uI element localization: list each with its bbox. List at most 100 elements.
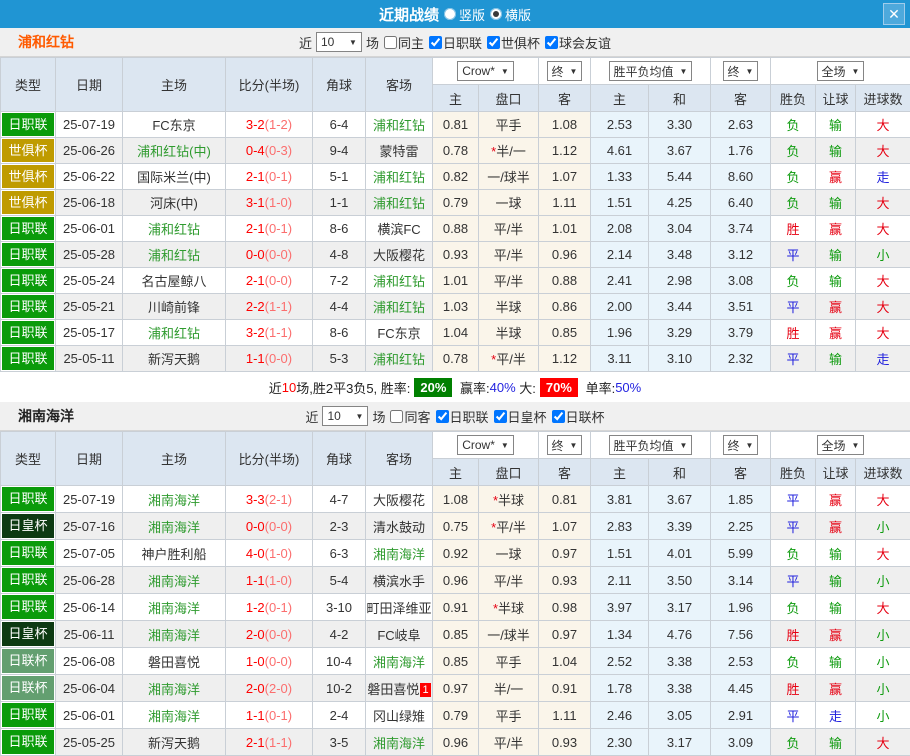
layout-radio[interactable]: 横版: [490, 5, 531, 24]
scope-select[interactable]: 全场▼: [817, 435, 865, 455]
result-wdl: 胜: [771, 216, 816, 242]
filter-checkbox[interactable]: 同主: [384, 33, 424, 52]
col-header-result-wdl: 胜负: [771, 85, 816, 112]
odds-home: 0.92: [433, 540, 479, 567]
filter-checkbox[interactable]: 世俱杯: [487, 33, 540, 52]
odds-home: 0.78: [433, 346, 479, 372]
corners: 8-6: [313, 320, 366, 346]
checkbox-input[interactable]: [429, 36, 442, 49]
team-section-1: 浦和红钻 近 10▼ 场 同主日职联世俱杯球会友谊 类型 日期 主场 比分(半场…: [0, 28, 910, 402]
checkbox-input[interactable]: [552, 410, 565, 423]
filter-checkbox[interactable]: 日皇杯: [494, 407, 547, 426]
match-row: 日职联25-07-05神户胜利船4-0(1-0)6-3湘南海洋0.92一球0.9…: [1, 540, 910, 567]
checkbox-input[interactable]: [494, 410, 507, 423]
scope-select[interactable]: 全场▼: [817, 61, 865, 81]
competition-badge: 日职联: [1, 540, 56, 567]
result-goals: 走: [856, 346, 910, 372]
near-label: 近: [299, 33, 312, 52]
summary-segment: 20%: [414, 378, 452, 397]
result-goals: 小: [856, 675, 910, 702]
checkbox-input[interactable]: [545, 36, 558, 49]
avg-source-select[interactable]: 胜平负均值▼: [609, 61, 693, 81]
match-score: 1-1(0-1): [226, 702, 313, 729]
chevron-down-icon: ▼: [570, 67, 578, 76]
match-score: 1-1(1-0): [226, 567, 313, 594]
match-row: 日职联25-05-17浦和红钻3-2(1-1)8-6FC东京1.04半球0.85…: [1, 320, 910, 346]
layout-radio[interactable]: 竖版: [444, 5, 485, 24]
result-wdl: 负: [771, 268, 816, 294]
home-team: 新泻天鹅: [123, 346, 226, 372]
odds-source-select[interactable]: Crow*▼: [457, 61, 514, 81]
odds-handicap: 一/球半: [479, 164, 539, 190]
filter-checkbox[interactable]: 日职联: [436, 407, 489, 426]
result-handicap: 输: [816, 594, 856, 621]
col-header-away: 客场: [366, 58, 433, 112]
match-date: 25-07-16: [56, 513, 123, 540]
avg-draw: 3.67: [649, 486, 711, 513]
corners: 3-10: [313, 594, 366, 621]
match-score: 0-0(0-0): [226, 513, 313, 540]
away-team: 冈山绿雉: [366, 702, 433, 729]
match-count-select[interactable]: 10▼: [322, 406, 368, 426]
checkbox-input[interactable]: [487, 36, 500, 49]
competition-badge: 日联杯: [1, 675, 56, 702]
avg-away: 3.79: [711, 320, 771, 346]
match-date: 25-07-19: [56, 486, 123, 513]
select-value: 终: [728, 437, 740, 454]
odds-home: 0.96: [433, 567, 479, 594]
team-section-2: 湘南海洋 近 10▼ 场 同客日职联日皇杯日联杯 类型 日期 主场 比分(半场)…: [0, 402, 910, 756]
corners: 5-3: [313, 346, 366, 372]
competition-badge: 日联杯: [1, 648, 56, 675]
avg-home: 1.78: [591, 675, 649, 702]
filter-checkbox[interactable]: 同客: [390, 407, 430, 426]
match-date: 25-05-17: [56, 320, 123, 346]
col-header-score: 比分(半场): [226, 58, 313, 112]
odds-final-select[interactable]: 终▼: [547, 61, 583, 81]
match-row: 日职联25-07-19湘南海洋3-3(2-1)4-7大阪樱花1.08*半球0.8…: [1, 486, 910, 513]
chevron-down-icon: ▼: [349, 38, 357, 47]
odds-source-select[interactable]: Crow*▼: [457, 435, 514, 455]
avg-draw: 3.30: [649, 112, 711, 138]
summary-segment: 大:: [516, 378, 536, 397]
competition-badge: 日职联: [1, 242, 56, 268]
match-count-select[interactable]: 10▼: [316, 32, 362, 52]
competition-badge: 世俱杯: [1, 190, 56, 216]
checkbox-label: 球会友谊: [559, 33, 611, 52]
odds-final-select[interactable]: 终▼: [547, 435, 583, 455]
filter-checkbox[interactable]: 日联杯: [552, 407, 605, 426]
radio-icon[interactable]: [444, 8, 456, 20]
match-row: 日皇杯25-07-16湘南海洋0-0(0-0)2-3清水鼓动0.75*平/半1.…: [1, 513, 910, 540]
home-team: 湘南海洋: [123, 567, 226, 594]
odds-home: 0.75: [433, 513, 479, 540]
avg-draw: 4.76: [649, 621, 711, 648]
col-header-odds-handicap: 盘口: [479, 459, 539, 486]
checkbox-input[interactable]: [436, 410, 449, 423]
corners: 4-7: [313, 486, 366, 513]
result-handicap: 赢: [816, 320, 856, 346]
col-header-corner: 角球: [313, 58, 366, 112]
match-score: 2-1(1-1): [226, 729, 313, 756]
radio-icon[interactable]: [490, 8, 502, 20]
corners: 4-4: [313, 294, 366, 320]
away-team: 浦和红钻: [366, 164, 433, 190]
match-row: 日联杯25-06-08磐田喜悦1-0(0-0)10-4湘南海洋0.85平手1.0…: [1, 648, 910, 675]
avg-source-select[interactable]: 胜平负均值▼: [609, 435, 693, 455]
chevron-down-icon: ▼: [501, 67, 509, 76]
checkbox-input[interactable]: [384, 36, 397, 49]
avg-final-select[interactable]: 终▼: [723, 61, 759, 81]
close-button[interactable]: ✕: [883, 3, 905, 25]
corners: 1-1: [313, 190, 366, 216]
filter-checkbox[interactable]: 球会友谊: [545, 33, 611, 52]
result-wdl: 胜: [771, 320, 816, 346]
result-wdl: 负: [771, 540, 816, 567]
avg-final-select[interactable]: 终▼: [723, 435, 759, 455]
match-date: 25-06-11: [56, 621, 123, 648]
filter-checkbox[interactable]: 日职联: [429, 33, 482, 52]
avg-away: 6.40: [711, 190, 771, 216]
col-header-odds-away: 客: [539, 459, 591, 486]
checkbox-label: 同主: [398, 33, 424, 52]
filter-controls: 近 10▼ 场 同客日职联日皇杯日联杯: [305, 406, 604, 426]
chevron-down-icon: ▼: [501, 441, 509, 450]
avg-draw: 3.39: [649, 513, 711, 540]
checkbox-input[interactable]: [390, 410, 403, 423]
